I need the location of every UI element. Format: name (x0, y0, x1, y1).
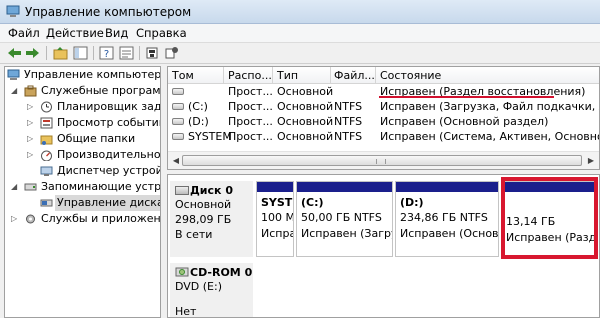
expand-right-icon[interactable]: ▷ (27, 115, 37, 131)
partition-system[interactable]: SYSTE 100 МI Испра (256, 181, 294, 257)
tools-icon (24, 85, 37, 97)
disk-0-info[interactable]: Диск 0 Основной 298,09 ГБ В сети (170, 181, 253, 257)
partition-bar (257, 182, 293, 192)
event-viewer-icon (40, 117, 53, 129)
cd-drive-icon (175, 267, 189, 277)
back-icon[interactable] (6, 45, 23, 61)
settings-icon[interactable] (163, 45, 180, 61)
disk-management-icon (40, 199, 53, 207)
menu-help[interactable]: Справка (136, 26, 187, 40)
toolbar-separator (139, 46, 140, 60)
scroll-left-icon[interactable]: ◀ (169, 154, 183, 167)
column-header-layout[interactable]: Распо... (228, 69, 272, 82)
horizontal-scrollbar[interactable]: ◀ ▶ (168, 151, 599, 169)
up-folder-icon[interactable] (52, 45, 69, 61)
tree-root-label: Управление компьютером (л (24, 68, 161, 81)
disk-graphical-view: Диск 0 Основной 298,09 ГБ В сети SYSTE 1… (167, 174, 600, 318)
volume-row[interactable]: SYSTEM Прост... Основной NTFS Исправен (… (168, 129, 599, 144)
volume-icon (172, 103, 184, 110)
volume-list: Том Распо... Тип Файл... Состояние Прост… (167, 66, 600, 170)
device-manager-icon (40, 166, 53, 176)
toolbar: ? (0, 43, 600, 64)
toolbar-separator (93, 46, 94, 60)
computer-icon (7, 69, 20, 80)
expand-right-icon[interactable]: ▷ (27, 99, 37, 115)
menu-bar: Файл Действие Вид Справка (0, 24, 600, 43)
column-header-volume[interactable]: Том (172, 69, 194, 82)
column-header-status[interactable]: Состояние (380, 69, 441, 82)
clock-icon (41, 101, 52, 113)
volume-list-header: Том Распо... Тип Файл... Состояние (168, 67, 599, 84)
computer-management-icon (6, 5, 20, 17)
partition-bar (396, 182, 498, 192)
annotation-underline (379, 96, 554, 98)
svg-text:?: ? (104, 49, 109, 60)
partition-c[interactable]: (C:) 50,00 ГБ NTFS Исправен (Загрузк (296, 181, 393, 257)
volume-icon (172, 133, 184, 140)
export-icon[interactable] (144, 45, 161, 61)
expand-down-icon[interactable]: ◢ (11, 179, 21, 195)
disk-icon (175, 186, 189, 195)
volume-icon (172, 118, 184, 125)
partition-bar (297, 182, 392, 192)
title-bar[interactable]: Управление компьютером (0, 0, 600, 24)
services-icon (26, 214, 35, 224)
volume-row[interactable]: (C:) Прост... Основной NTFS Исправен (За… (168, 99, 599, 114)
help-icon[interactable]: ? (98, 45, 115, 61)
annotation-highlight-box (501, 177, 598, 259)
column-header-type[interactable]: Тип (277, 69, 298, 82)
show-tree-icon[interactable] (72, 45, 89, 61)
volume-row[interactable]: (D:) Прост... Основной NTFS Исправен (Ос… (168, 114, 599, 129)
cdrom-0-info[interactable]: CD-ROM 0 DVD (E:) Нет носителя (170, 263, 253, 317)
navigation-tree: Управление компьютером (л ◢ Служебные пр… (4, 66, 161, 318)
disk-0-name: Диск 0 (190, 184, 233, 197)
volume-icon (172, 88, 184, 95)
shared-folder-icon (40, 135, 53, 145)
partition-d[interactable]: (D:) 234,86 ГБ NTFS Исправен (Основной (395, 181, 499, 257)
toolbar-separator (46, 46, 47, 60)
menu-file[interactable]: Файл (8, 26, 40, 40)
expand-right-icon[interactable]: ▷ (27, 131, 37, 147)
storage-icon (24, 183, 37, 191)
column-header-filesystem[interactable]: Файл... (334, 69, 375, 82)
expand-right-icon[interactable]: ▷ (11, 211, 21, 227)
computer-management-window: Управление компьютером Файл Действие Вид… (0, 0, 600, 318)
performance-icon (41, 150, 52, 161)
expand-down-icon[interactable]: ◢ (11, 83, 21, 99)
properties-icon[interactable] (118, 45, 135, 61)
cdrom-0-name: CD-ROM 0 (190, 266, 253, 279)
menu-action[interactable]: Действие (46, 26, 104, 40)
scroll-right-icon[interactable]: ▶ (584, 154, 598, 167)
expand-right-icon[interactable]: ▷ (27, 147, 37, 163)
forward-icon[interactable] (24, 45, 41, 61)
window-title: Управление компьютером (25, 5, 192, 19)
menu-view[interactable]: Вид (105, 26, 128, 40)
scrollbar-thumb[interactable] (182, 155, 582, 166)
